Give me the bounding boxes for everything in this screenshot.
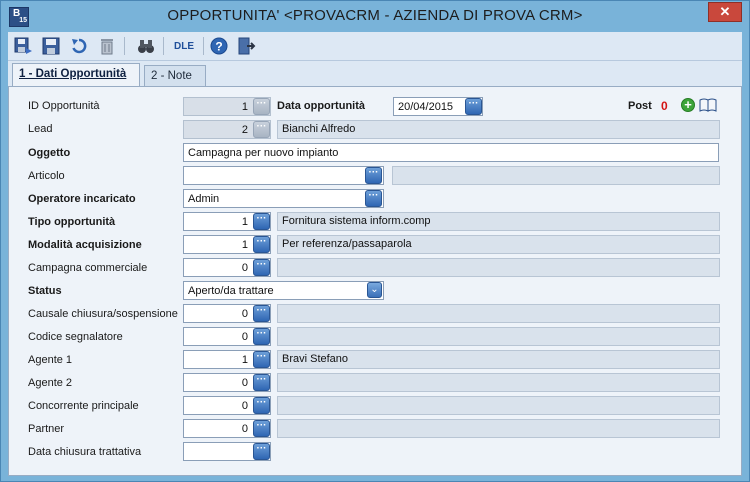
oggetto-label: Oggetto bbox=[28, 147, 71, 159]
save-and-close-icon[interactable] bbox=[11, 35, 34, 57]
oggetto-field[interactable]: Campagna per nuovo impianto bbox=[183, 143, 719, 162]
articolo-description bbox=[392, 166, 720, 185]
partner-label: Partner bbox=[28, 423, 65, 435]
data-opportunita-label: Data opportunità bbox=[277, 100, 365, 112]
tab-strip: 1 - Dati Opportunità 2 - Note bbox=[8, 61, 742, 87]
causale-label: Causale chiusura/sospensione bbox=[28, 308, 178, 320]
articolo-label: Articolo bbox=[28, 170, 65, 182]
agente1-description: Bravi Stefano bbox=[277, 350, 720, 369]
book-icon[interactable] bbox=[699, 98, 717, 112]
status-select[interactable]: Aperto/da trattare bbox=[183, 281, 384, 300]
dle-icon[interactable]: DLE bbox=[171, 35, 197, 57]
tipo-opportunita-lookup-button[interactable]: ··· bbox=[253, 213, 270, 230]
concorrente-lookup-button[interactable]: ··· bbox=[253, 397, 270, 414]
campagna-description bbox=[277, 258, 720, 277]
help-icon[interactable]: ? bbox=[207, 35, 230, 57]
concorrente-label: Concorrente principale bbox=[28, 400, 139, 412]
form-panel: ID Opportunità 1 ··· Data opportunità 20… bbox=[8, 86, 742, 476]
tipo-opportunita-label: Tipo opportunità bbox=[28, 216, 116, 228]
post-label: Post bbox=[628, 100, 652, 112]
tab-note[interactable]: 2 - Note bbox=[144, 65, 206, 86]
close-button[interactable]: ✕ bbox=[708, 2, 742, 22]
window-title: OPPORTUNITA' <PROVACRM - AZIENDA DI PROV… bbox=[167, 7, 583, 24]
causale-description bbox=[277, 304, 720, 323]
operatore-field[interactable]: Admin bbox=[183, 189, 384, 208]
post-count: 0 bbox=[661, 99, 668, 113]
add-post-icon[interactable]: + bbox=[681, 98, 695, 112]
tab-dati-opportunita[interactable]: 1 - Dati Opportunità bbox=[12, 63, 140, 87]
lead-lookup-icon: ··· bbox=[253, 121, 270, 138]
data-chiusura-label: Data chiusura trattativa bbox=[28, 446, 142, 458]
data-chiusura-calendar-button[interactable]: ··· bbox=[253, 443, 270, 460]
toolbar: DLE ? bbox=[8, 32, 742, 61]
articolo-field[interactable] bbox=[183, 166, 384, 185]
operatore-lookup-button[interactable]: ··· bbox=[365, 190, 382, 207]
segnalatore-description bbox=[277, 327, 720, 346]
svg-text:?: ? bbox=[215, 40, 222, 54]
save-icon[interactable] bbox=[39, 35, 62, 57]
search-binoculars-icon[interactable] bbox=[134, 35, 157, 57]
concorrente-description bbox=[277, 396, 720, 415]
modalita-acquisizione-description: Per referenza/passaparola bbox=[277, 235, 720, 254]
agente1-lookup-button[interactable]: ··· bbox=[253, 351, 270, 368]
tipo-opportunita-description: Fornitura sistema inform.comp bbox=[277, 212, 720, 231]
lead-label: Lead bbox=[28, 123, 53, 135]
campagna-label: Campagna commerciale bbox=[28, 262, 148, 274]
toolbar-separator bbox=[203, 37, 204, 55]
exit-icon[interactable] bbox=[234, 35, 257, 57]
agente1-label: Agente 1 bbox=[28, 354, 73, 366]
opportunity-window: B 15 OPPORTUNITA' <PROVACRM - AZIENDA DI… bbox=[0, 0, 750, 482]
operatore-label: Operatore incaricato bbox=[28, 193, 136, 205]
id-opportunita-label: ID Opportunità bbox=[28, 100, 100, 112]
partner-lookup-button[interactable]: ··· bbox=[253, 420, 270, 437]
chevron-down-icon[interactable]: ⌄ bbox=[367, 282, 382, 298]
causale-lookup-button[interactable]: ··· bbox=[253, 305, 270, 322]
campagna-lookup-button[interactable]: ··· bbox=[253, 259, 270, 276]
agente2-lookup-button[interactable]: ··· bbox=[253, 374, 270, 391]
delete-icon[interactable] bbox=[95, 35, 118, 57]
undo-icon[interactable] bbox=[67, 35, 90, 57]
toolbar-separator bbox=[124, 37, 125, 55]
agente2-description bbox=[277, 373, 720, 392]
segnalatore-lookup-button[interactable]: ··· bbox=[253, 328, 270, 345]
title-bar[interactable]: B 15 OPPORTUNITA' <PROVACRM - AZIENDA DI… bbox=[1, 1, 749, 32]
lead-description: Bianchi Alfredo bbox=[277, 120, 720, 139]
calendar-button[interactable]: ··· bbox=[465, 98, 482, 115]
agente2-label: Agente 2 bbox=[28, 377, 73, 389]
modalita-acquisizione-label: Modalità acquisizione bbox=[28, 239, 142, 251]
modalita-acquisizione-lookup-button[interactable]: ··· bbox=[253, 236, 270, 253]
status-label: Status bbox=[28, 285, 62, 297]
partner-description bbox=[277, 419, 720, 438]
toolbar-separator bbox=[163, 37, 164, 55]
segnalatore-label: Codice segnalatore bbox=[28, 331, 123, 343]
id-opportunita-lookup-icon: ··· bbox=[253, 98, 270, 115]
articolo-lookup-button[interactable]: ··· bbox=[365, 167, 382, 184]
